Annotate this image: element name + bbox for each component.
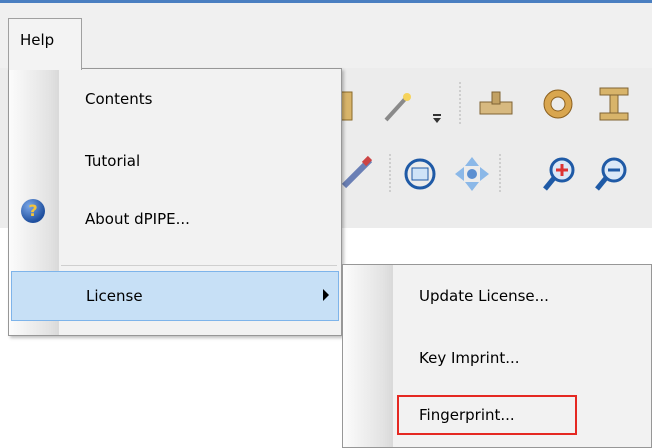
menu-separator <box>61 265 337 266</box>
toolbar-overflow-icon[interactable] <box>430 108 446 128</box>
menu-item-label: Key Imprint... <box>419 349 520 367</box>
help-menu-tab[interactable]: Help <box>8 18 82 70</box>
help-question-icon: ? <box>21 199 45 223</box>
menu-bar <box>0 3 652 68</box>
valve-icon[interactable] <box>476 88 516 124</box>
help-menu-label: Help <box>20 31 55 49</box>
menu-item-label: Tutorial <box>85 152 141 170</box>
toolbar-separator-2-icon <box>389 154 391 194</box>
menu-item-update-license[interactable]: Update License... <box>343 273 651 319</box>
menu-item-label: License <box>86 287 143 305</box>
zoom-in-icon[interactable] <box>540 154 580 194</box>
ring-icon[interactable] <box>540 86 576 122</box>
fingerprint-highlight-box <box>397 395 577 435</box>
menu-item-label: Contents <box>85 90 153 108</box>
pan-icon[interactable] <box>452 154 492 194</box>
license-submenu: Update License... Key Imprint... Fingerp… <box>342 264 652 448</box>
menu-item-license[interactable]: License <box>11 271 339 321</box>
beam-icon[interactable] <box>596 84 632 122</box>
zoom-out-icon[interactable] <box>592 154 632 194</box>
toolbar-separator-3-icon <box>499 154 501 194</box>
menu-item-contents[interactable]: Contents <box>9 75 341 125</box>
submenu-arrow-icon <box>323 289 329 301</box>
pencil-icon[interactable] <box>340 154 376 190</box>
menu-item-about[interactable]: About dPIPE... <box>9 195 341 245</box>
menu-item-key-imprint[interactable]: Key Imprint... <box>343 335 651 381</box>
wand-icon[interactable] <box>380 92 416 124</box>
menu-item-tutorial[interactable]: Tutorial <box>9 137 341 187</box>
rotate-view-icon[interactable] <box>400 154 440 194</box>
menu-item-label: Update License... <box>419 287 549 305</box>
toolbar-separator-icon <box>459 82 461 126</box>
menu-item-label: About dPIPE... <box>85 210 190 228</box>
help-menu-dropdown: Contents Tutorial About dPIPE... ? Licen… <box>8 68 342 336</box>
